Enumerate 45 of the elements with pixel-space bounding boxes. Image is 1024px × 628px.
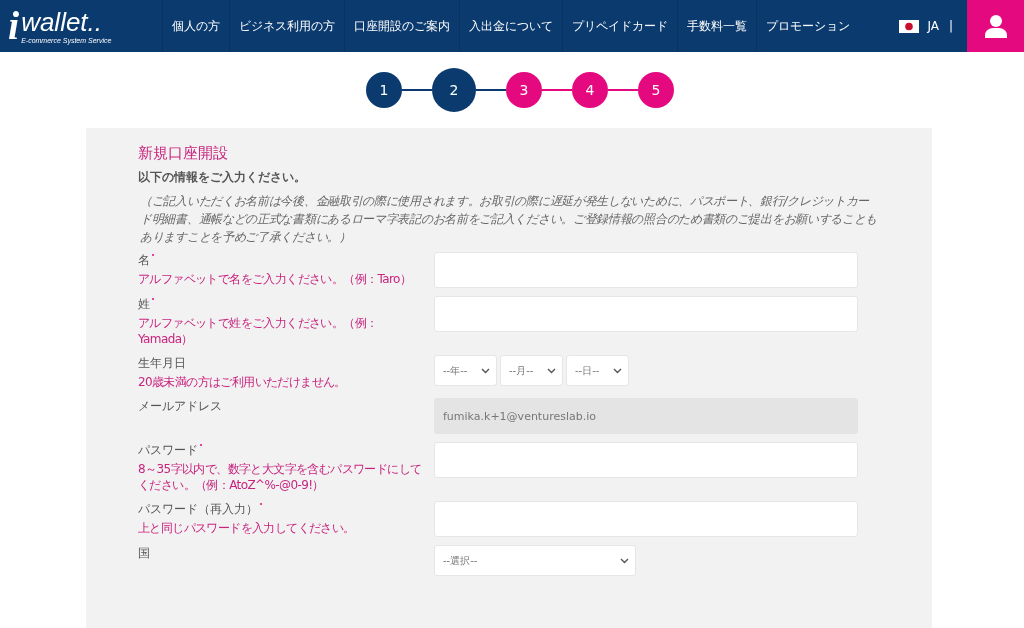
form-note: （ご記入いただくお名前は今後、金融取引の際に使用されます。お取引の際に遅延が発生しないために、パスポート、銀行/クレジットカード明細書、通帳などの正式な書類にあるローマ字表記のお名前をご記入ください。ご登録情報の照合のため書類のご提出をお願いすることもありますことを予めご了承ください。） (139, 193, 879, 246)
input-field[interactable] (434, 252, 858, 288)
input-field[interactable] (434, 501, 858, 537)
separator: | (948, 19, 953, 33)
account-button[interactable] (967, 0, 1024, 52)
field-label: 生年月日 (138, 355, 186, 372)
date-dropdown[interactable]: --月-- (500, 355, 563, 386)
date-dropdown[interactable]: --日-- (566, 355, 629, 386)
date-dropdown[interactable]: --年-- (434, 355, 497, 386)
field-label: パスワード（再入力） (138, 501, 258, 518)
field-label: 姓 (138, 296, 150, 313)
field-label: 国 (138, 545, 150, 562)
field-hint: 8～35字以内で、数字と大文字を含むパスワードにしてください。（例：AtoZ^%-@0-9!） (138, 461, 423, 493)
field-hint: アルファベットで姓をご入力ください。（例：Yamada） (138, 315, 379, 347)
nav-link[interactable]: ビジネス利用の方 (229, 0, 344, 52)
nav-link[interactable]: プロモーション (756, 0, 859, 52)
form-subtitle: 以下の情報をご入力ください。 (138, 169, 307, 186)
field-label: メールアドレス (138, 398, 222, 415)
step-indicator: 5 (638, 72, 674, 108)
language-selector[interactable]: JA (927, 19, 939, 33)
nav-link[interactable]: 手数料一覧 (677, 0, 756, 52)
input-field[interactable] (434, 296, 858, 332)
field-label: 名 (138, 252, 150, 269)
flag-icon (899, 19, 920, 33)
chevron-down-icon (481, 367, 490, 374)
input-field[interactable] (434, 442, 858, 478)
field-hint: アルファベットで名をご入力ください。（例：Taro） (138, 271, 413, 287)
user-icon (984, 14, 1007, 38)
step-indicator: 3 (506, 72, 542, 108)
field-label: パスワード (138, 442, 198, 459)
chevron-down-icon (620, 557, 629, 564)
nav-link[interactable]: 口座開設のご案内 (344, 0, 459, 52)
country-dropdown[interactable]: --選択-- (434, 545, 636, 576)
email-field[interactable]: fumika.k+1@ventureslab.io (434, 398, 858, 434)
field-hint: 20歳未満の方はご利用いただけません。 (138, 374, 347, 390)
step-indicator: 1 (366, 72, 402, 108)
form-title: 新規口座開設 (138, 144, 229, 163)
step-indicator: 2 (432, 68, 476, 112)
nav-link[interactable]: 入出金について (459, 0, 562, 52)
field-hint: 上と同じパスワードを入力してください。 (138, 520, 356, 536)
nav-link[interactable]: 個人の方 (162, 0, 229, 52)
chevron-down-icon (547, 367, 556, 374)
nav-link[interactable]: プリペイドカード (562, 0, 677, 52)
step-indicator: 4 (572, 72, 608, 108)
chevron-down-icon (613, 367, 622, 374)
